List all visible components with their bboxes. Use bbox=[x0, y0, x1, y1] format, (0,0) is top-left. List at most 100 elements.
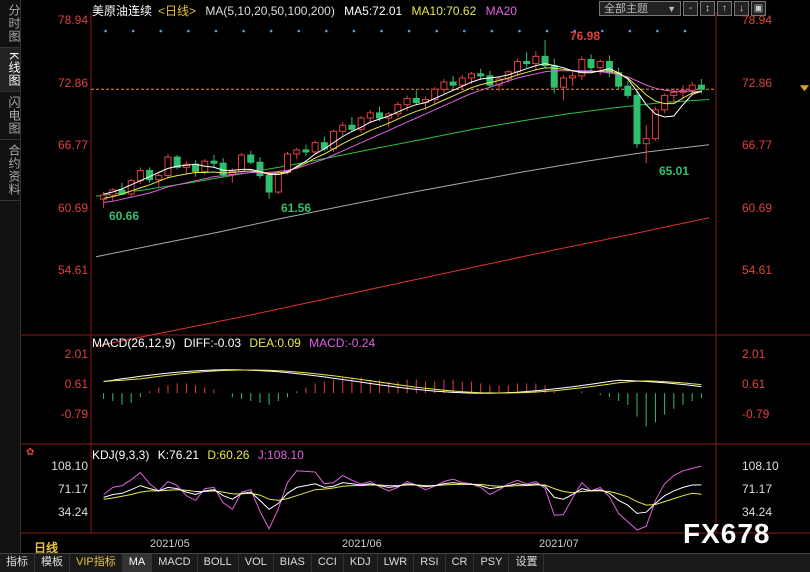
tab-macd[interactable]: MACD bbox=[152, 554, 198, 572]
event-dot bbox=[269, 29, 273, 33]
candle-body bbox=[467, 73, 475, 79]
tab-bias[interactable]: BIAS bbox=[274, 554, 312, 572]
candle-body bbox=[330, 130, 338, 150]
kdj-tick: 108.10 bbox=[742, 459, 779, 473]
tab-vol[interactable]: VOL bbox=[239, 554, 274, 572]
event-dot bbox=[214, 29, 218, 33]
tab-ma[interactable]: MA bbox=[122, 554, 153, 572]
y-tick-left: 60.69 bbox=[57, 201, 88, 215]
x-date-label: 2021/05 bbox=[150, 538, 190, 550]
kdj-k-line bbox=[103, 482, 702, 514]
candle-body bbox=[155, 175, 163, 181]
candle-body bbox=[670, 91, 678, 96]
kdj-title: KDJ(9,3,3) K:76.21 D:60.26 J:108.10 bbox=[92, 448, 309, 462]
settings-icon[interactable]: ✿ bbox=[26, 447, 34, 458]
kdj-tick: 71.17 bbox=[742, 482, 773, 496]
tab-cci[interactable]: CCI bbox=[312, 554, 344, 572]
tab-vip-indicator[interactable]: VIP指标 bbox=[70, 554, 123, 572]
candle-body bbox=[274, 171, 282, 193]
instrument-name: 美原油连续 bbox=[92, 4, 153, 18]
kdj-k: K:76.21 bbox=[157, 448, 200, 462]
macd-dea: DEA:0.09 bbox=[249, 336, 301, 350]
event-dot bbox=[297, 29, 301, 33]
candle-body bbox=[532, 55, 540, 65]
event-dot bbox=[131, 29, 135, 33]
event-dot bbox=[490, 29, 494, 33]
candle-body bbox=[247, 154, 255, 163]
tab-boll[interactable]: BOLL bbox=[198, 554, 239, 572]
candle-body bbox=[697, 84, 705, 90]
ma5-line bbox=[103, 63, 702, 195]
watermark-logo: FX678 bbox=[683, 518, 771, 549]
tab-cr[interactable]: CR bbox=[446, 554, 475, 572]
main-chart-title: 美原油连续 <日线> MA(5,10,20,50,100,200) MA5:72.… bbox=[92, 2, 523, 19]
macd-tick: 2.01 bbox=[742, 347, 766, 361]
candle-body bbox=[449, 81, 457, 86]
tab-contract-info[interactable]: 合约资料 bbox=[0, 140, 21, 202]
y-tick-right: 60.69 bbox=[742, 201, 773, 215]
kline-chart[interactable] bbox=[21, 0, 810, 553]
tab-flash[interactable]: 闪电图 bbox=[0, 92, 21, 141]
candle-body bbox=[596, 61, 604, 69]
macd-tick: 2.01 bbox=[64, 347, 88, 361]
tab-kline[interactable]: K线图 bbox=[0, 48, 21, 93]
tab-rsi[interactable]: RSI bbox=[414, 554, 446, 572]
candle-body bbox=[688, 84, 696, 91]
kdj-params: KDJ(9,3,3) bbox=[92, 448, 150, 462]
low-annotation: 60.66 bbox=[109, 209, 140, 223]
candle-body bbox=[403, 98, 411, 106]
event-dot bbox=[104, 29, 107, 33]
event-dot bbox=[656, 29, 659, 33]
macd-value: MACD:-0.24 bbox=[309, 336, 376, 350]
y-tick-left: 54.61 bbox=[57, 263, 88, 277]
ma-params: MA(5,10,20,50,100,200) bbox=[205, 4, 335, 18]
low-annotation: 65.01 bbox=[659, 164, 690, 178]
ma10-line bbox=[103, 67, 702, 199]
x-date-label: 2021/07 bbox=[539, 538, 579, 550]
tab-lwr[interactable]: LWR bbox=[378, 554, 415, 572]
kdj-tick: 34.24 bbox=[742, 505, 773, 519]
tab-template[interactable]: 模板 bbox=[35, 554, 70, 572]
candle-body bbox=[440, 81, 448, 90]
candle-body bbox=[569, 75, 577, 79]
candle-body bbox=[339, 124, 347, 132]
candle-body bbox=[624, 85, 632, 96]
tab-psy[interactable]: PSY bbox=[474, 554, 510, 572]
candle-body bbox=[293, 149, 301, 155]
theme-select-label: 全部主题 bbox=[604, 3, 648, 15]
tab-kdj[interactable]: KDJ bbox=[344, 554, 378, 572]
candle-body bbox=[192, 163, 200, 172]
event-dot bbox=[407, 29, 411, 33]
y-tick-right: 66.77 bbox=[742, 138, 773, 152]
tab-timeshare[interactable]: 分时图 bbox=[0, 0, 21, 48]
macd-tick: -0.79 bbox=[60, 407, 88, 421]
candle-body bbox=[578, 58, 586, 77]
event-dot bbox=[683, 29, 687, 33]
y-tick-right: 78.94 bbox=[742, 13, 773, 27]
kdj-tick: 34.24 bbox=[57, 505, 88, 519]
candle-body bbox=[458, 77, 466, 86]
ma20-value: MA20 bbox=[485, 4, 517, 18]
move-up-button[interactable]: ↑ bbox=[717, 1, 732, 16]
theme-select[interactable]: 全部主题 ▼ bbox=[599, 1, 681, 16]
minimize-button[interactable]: - bbox=[683, 1, 698, 16]
macd-diff: DIFF:-0.03 bbox=[183, 336, 242, 350]
candle-body bbox=[146, 169, 154, 181]
tab-indicator[interactable]: 指标 bbox=[0, 554, 35, 572]
candle-body bbox=[559, 77, 567, 88]
candle-body bbox=[100, 194, 108, 200]
fit-button[interactable]: ↕ bbox=[700, 1, 715, 16]
event-dot bbox=[380, 29, 383, 33]
y-tick-left: 66.77 bbox=[57, 138, 88, 152]
ma10-value: MA10:70.62 bbox=[411, 4, 477, 18]
event-dot bbox=[159, 29, 163, 33]
macd-tick: 0.61 bbox=[64, 377, 88, 391]
candle-body bbox=[523, 61, 531, 65]
candle-body bbox=[164, 156, 172, 177]
event-dot bbox=[600, 29, 604, 33]
event-dot bbox=[628, 29, 632, 33]
ma5-value: MA5:72.01 bbox=[344, 4, 403, 18]
event-dot bbox=[187, 29, 190, 33]
tab-settings[interactable]: 设置 bbox=[509, 554, 545, 572]
macd-diff-line bbox=[103, 369, 702, 394]
